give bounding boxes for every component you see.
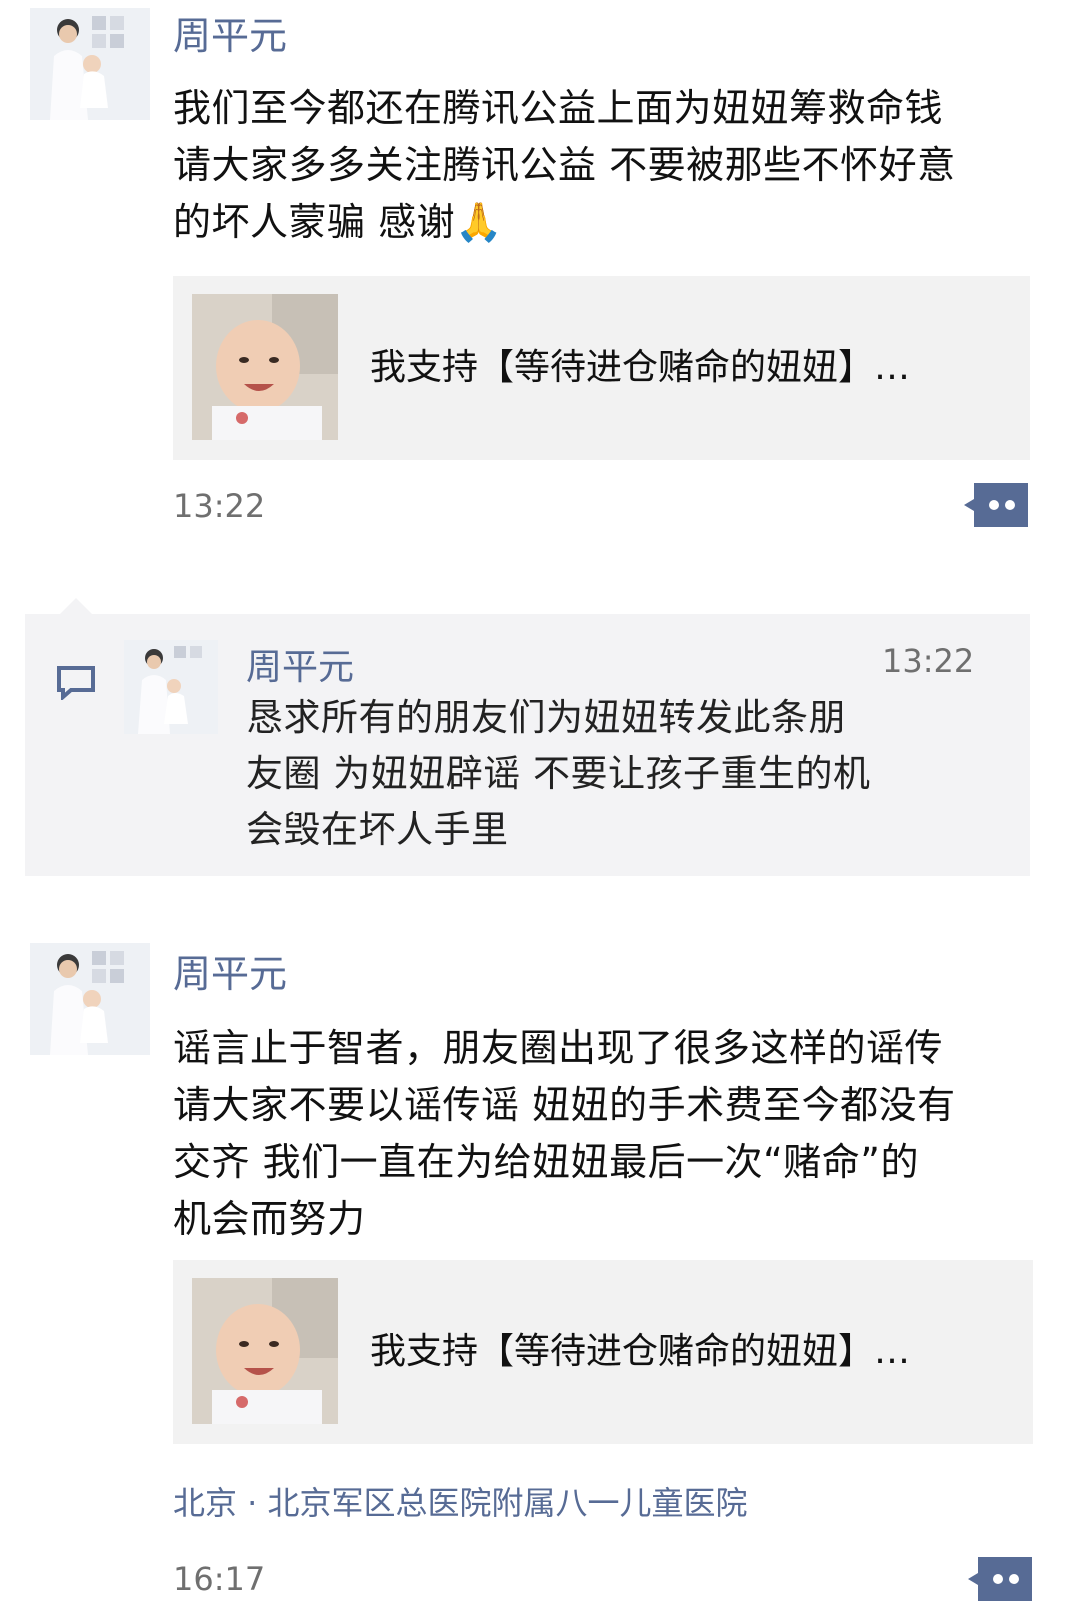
post-text: 谣言止于智者，朋友圈出现了很多这样的谣传 请大家不要以谣传谣 妞妞的手术费至今都… (173, 1026, 956, 1241)
comment-text: 恳求所有的朋友们为妞妞转发此条朋 友圈 为妞妞辟谣 不要让孩子重生的机 会毁在坏… (246, 696, 871, 851)
post-time: 16:17 (173, 1560, 266, 1598)
location-link[interactable]: 北京 · 北京军区总医院附属八一儿童医院 (173, 1478, 748, 1524)
link-thumbnail (192, 294, 338, 440)
post-text: 我们至今都还在腾讯公益上面为妞妞筹救命钱 请大家多多关注腾讯公益 不要被那些不怀… (173, 86, 956, 244)
shared-link-card[interactable]: 我支持【等待进仓赌命的妞妞】… (173, 276, 1030, 460)
link-title: 我支持【等待进仓赌命的妞妞】… (370, 1331, 911, 1372)
shared-link-card[interactable]: 我支持【等待进仓赌命的妞妞】… (173, 1260, 1033, 1444)
comment-section: 周平元 13:22 恳求所有的朋友们为妞妞转发此条朋 友圈 为妞妞辟谣 不要让孩… (25, 614, 1030, 876)
avatar-photo (30, 8, 150, 120)
author-name[interactable]: 周平元 (173, 14, 287, 58)
comment-avatar[interactable] (124, 640, 218, 734)
comment-time: 13:22 (882, 642, 975, 680)
avatar-photo (30, 943, 150, 1055)
post-time: 13:22 (173, 487, 266, 525)
link-title: 我支持【等待进仓赌命的妞妞】… (370, 347, 911, 388)
author-name[interactable]: 周平元 (173, 952, 287, 996)
comment-bubble-icon (55, 664, 97, 702)
comment-author[interactable]: 周平元 (246, 638, 354, 690)
more-comment-icon[interactable] (968, 1557, 1032, 1601)
link-thumbnail (192, 1278, 338, 1424)
avatar[interactable] (30, 8, 150, 120)
avatar[interactable] (30, 943, 150, 1055)
more-comment-icon[interactable] (964, 483, 1028, 527)
